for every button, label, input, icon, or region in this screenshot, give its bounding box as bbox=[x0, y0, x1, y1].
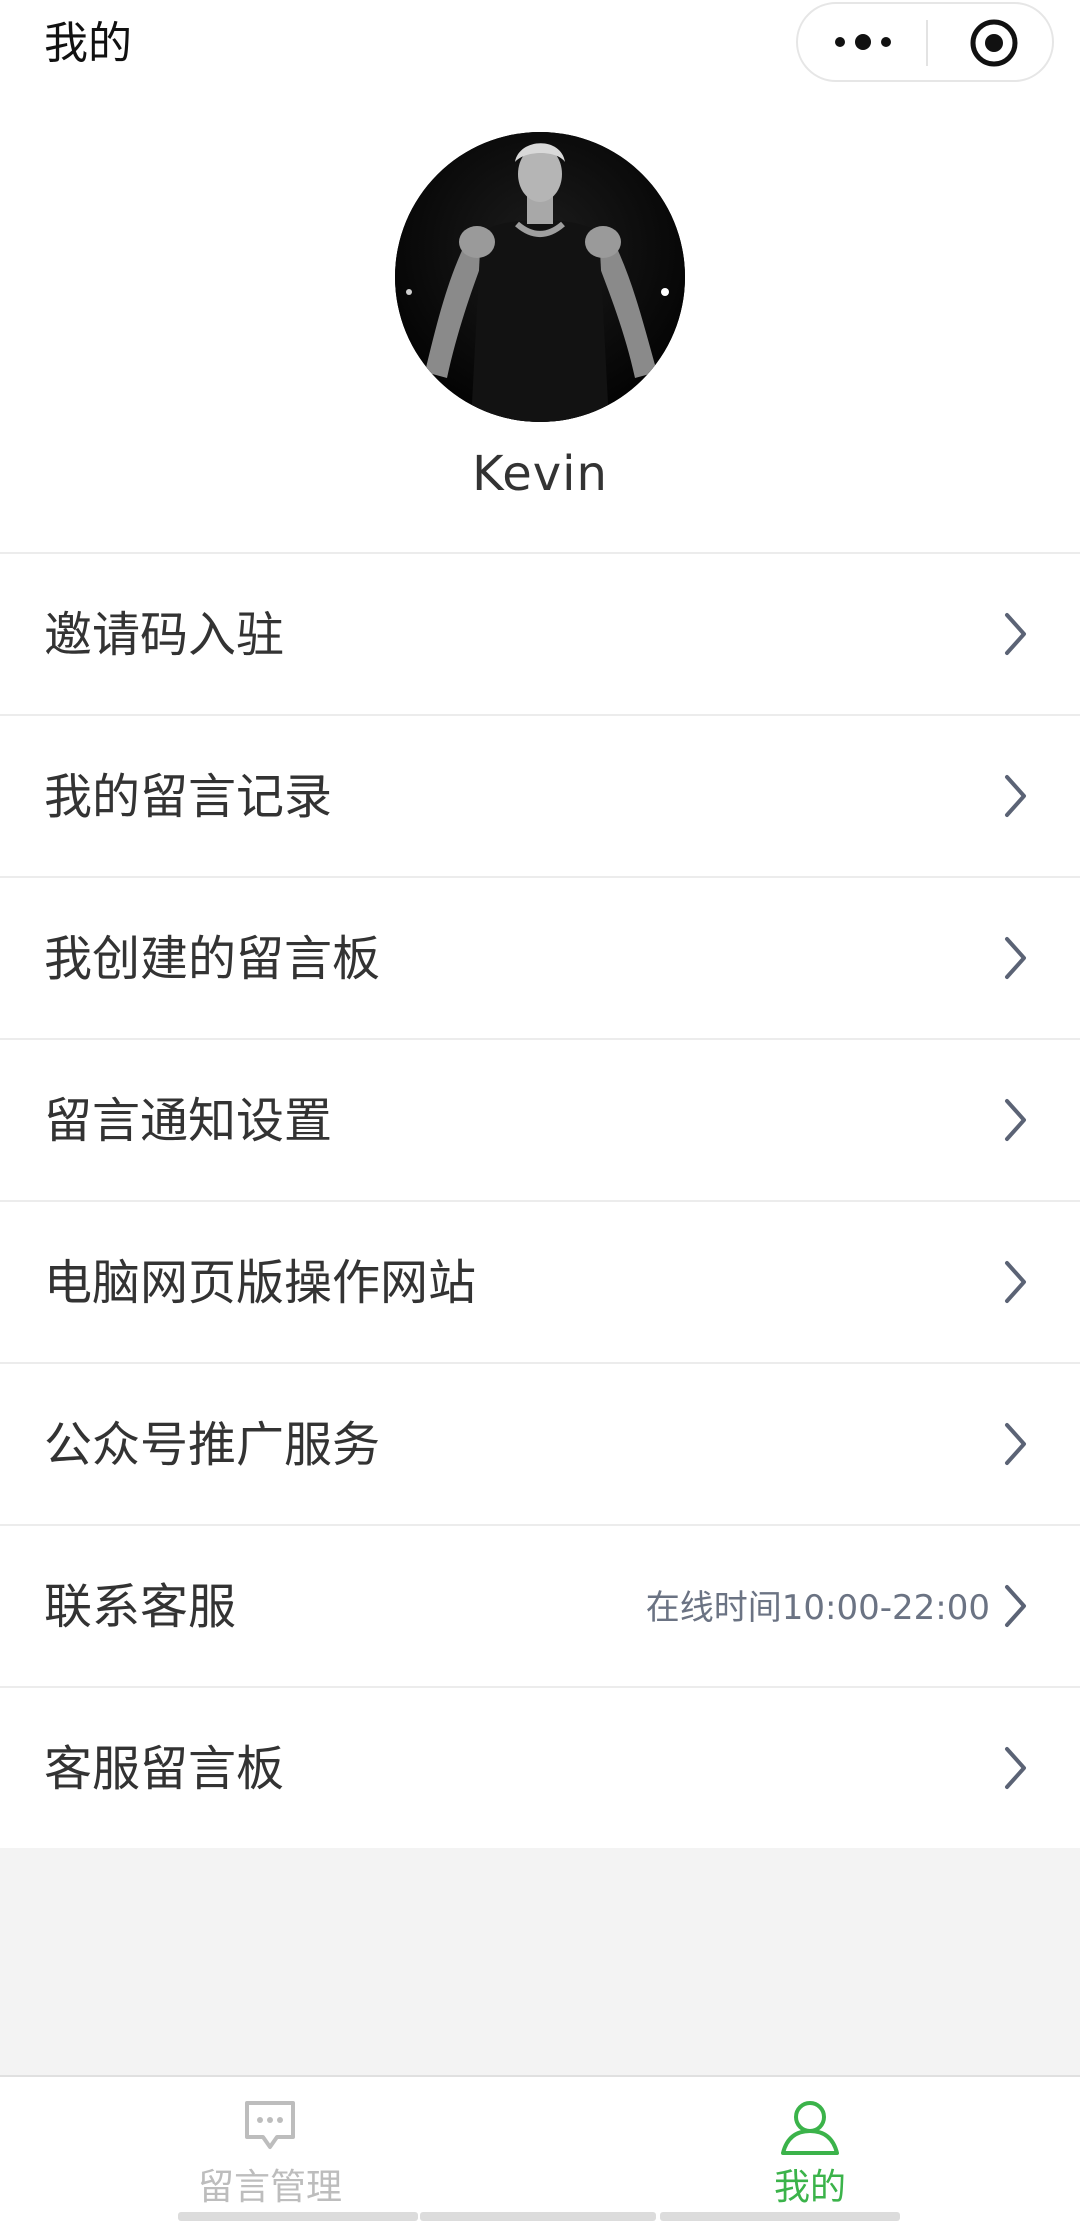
menu-item-label: 电脑网页版操作网站 bbox=[44, 1255, 477, 1311]
page: 我的 Kevin 邀请码入驻 我的留言记录 我创建的留言板 留言通知设置 电脑网… bbox=[0, 0, 1080, 2221]
target-close-icon bbox=[970, 19, 1018, 67]
tab-label: 留言管理 bbox=[197, 2167, 342, 2208]
menu-item-label: 公众号推广服务 bbox=[44, 1417, 381, 1473]
menu-item-my-boards[interactable]: 我创建的留言板 bbox=[0, 878, 1080, 1040]
chevron-right-icon bbox=[1005, 1261, 1026, 1303]
home-indicator-segment bbox=[420, 2212, 656, 2221]
chat-bubble-icon bbox=[245, 2101, 295, 2149]
menu-item-web-version[interactable]: 电脑网页版操作网站 bbox=[0, 1202, 1080, 1364]
avatar-photo-icon bbox=[395, 132, 685, 422]
chevron-right-icon bbox=[1005, 1423, 1026, 1465]
menu-item-label: 邀请码入驻 bbox=[44, 607, 285, 663]
menu-item-notification-settings[interactable]: 留言通知设置 bbox=[0, 1040, 1080, 1202]
chevron-right-icon bbox=[1005, 937, 1026, 979]
chevron-right-icon bbox=[1005, 1585, 1026, 1627]
chevron-right-icon bbox=[1005, 775, 1026, 817]
support-hours-text: 在线时间10:00-22:00 bbox=[645, 1588, 990, 1628]
menu-item-label: 留言通知设置 bbox=[44, 1093, 333, 1149]
chevron-right-icon bbox=[1005, 1099, 1026, 1141]
username: Kevin bbox=[472, 446, 608, 502]
tab-mine[interactable]: 我的 bbox=[540, 2077, 1080, 2221]
user-icon bbox=[781, 2101, 839, 2155]
tab-label: 我的 bbox=[773, 2167, 846, 2208]
home-indicator-segment bbox=[660, 2212, 900, 2221]
close-mini-program-button[interactable] bbox=[968, 17, 1020, 69]
bottom-tab-bar: 留言管理 我的 bbox=[0, 2075, 1080, 2221]
chevron-right-icon bbox=[1005, 1747, 1026, 1789]
page-title: 我的 bbox=[44, 18, 132, 69]
more-dots-icon bbox=[835, 34, 891, 50]
menu-list: 邀请码入驻 我的留言记录 我创建的留言板 留言通知设置 电脑网页版操作网站 公众… bbox=[0, 552, 1080, 1848]
home-indicator-segment bbox=[178, 2212, 418, 2221]
menu-item-my-messages[interactable]: 我的留言记录 bbox=[0, 716, 1080, 878]
avatar[interactable] bbox=[395, 132, 685, 422]
tab-message-management[interactable]: 留言管理 bbox=[0, 2077, 540, 2221]
menu-item-invite-code[interactable]: 邀请码入驻 bbox=[0, 554, 1080, 716]
top-nav: 我的 bbox=[0, 0, 1080, 90]
capsule-divider bbox=[926, 20, 928, 66]
menu-item-support-board[interactable]: 客服留言板 bbox=[0, 1688, 1080, 1848]
chevron-right-icon bbox=[1005, 613, 1026, 655]
menu-item-label: 我创建的留言板 bbox=[44, 931, 381, 987]
menu-item-label: 我的留言记录 bbox=[44, 769, 333, 825]
mini-program-capsule bbox=[796, 2, 1054, 82]
menu-item-label: 联系客服 bbox=[44, 1579, 237, 1635]
menu-item-contact-support[interactable]: 联系客服 在线时间10:00-22:00 bbox=[0, 1526, 1080, 1688]
menu-item-label: 客服留言板 bbox=[44, 1741, 285, 1797]
menu-item-promotion-service[interactable]: 公众号推广服务 bbox=[0, 1364, 1080, 1526]
more-options-button[interactable] bbox=[828, 22, 898, 62]
profile-header: Kevin bbox=[0, 90, 1080, 552]
